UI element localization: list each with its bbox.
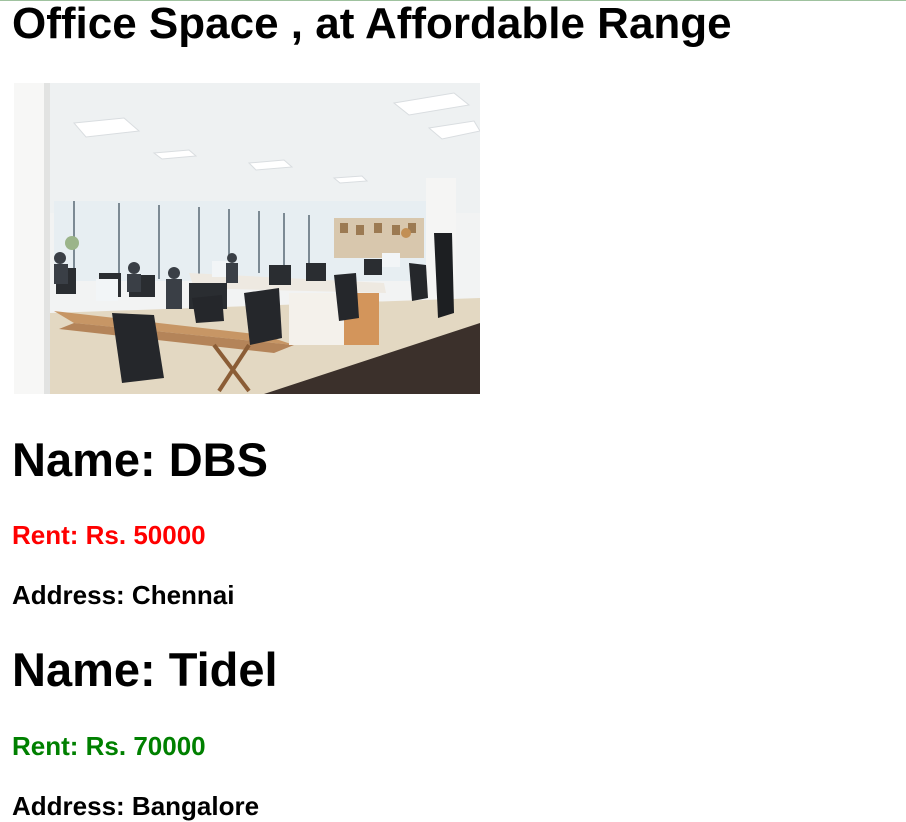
office-address: Address: Chennai: [12, 580, 235, 610]
office-address: Address: Bangalore: [12, 791, 260, 821]
office-photo: [14, 83, 480, 394]
office-name: Name: Tidel: [12, 643, 278, 696]
office-rent: Rent: Rs. 50000: [12, 520, 206, 550]
office-rent: Rent: Rs. 70000: [12, 731, 206, 761]
page-title: Office Space , at Affordable Range: [12, 0, 732, 48]
office-name: Name: DBS: [12, 433, 268, 486]
